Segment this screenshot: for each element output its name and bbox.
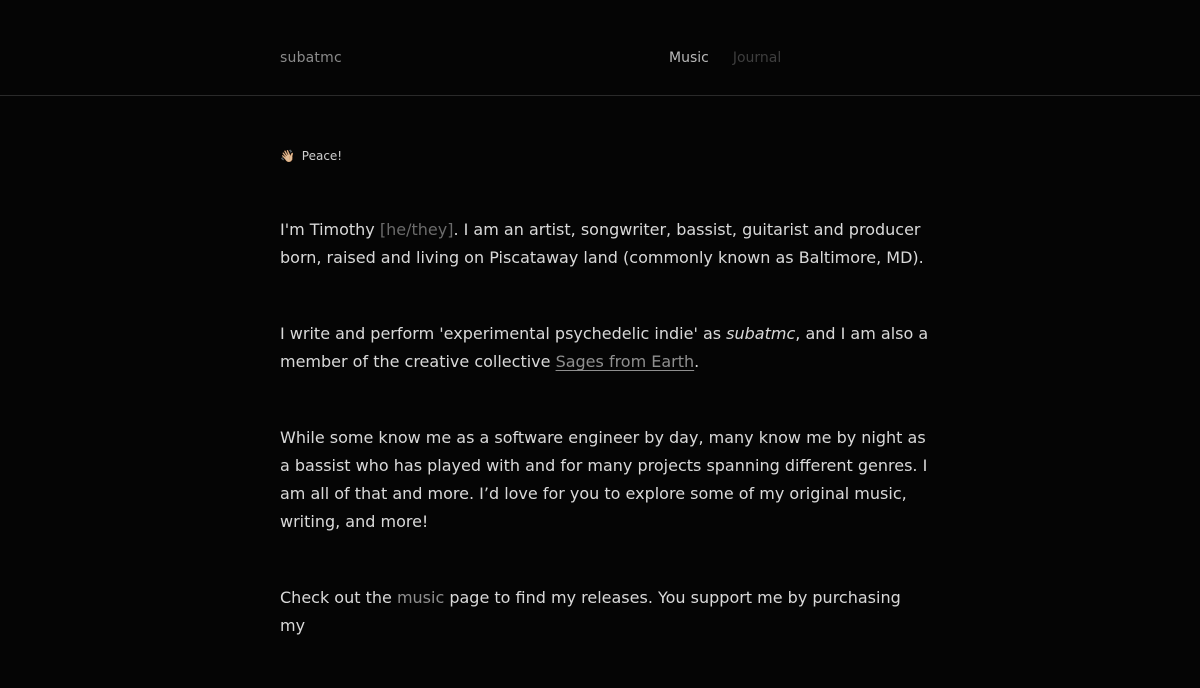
greeting: 👋🏼 Peace!: [280, 146, 930, 166]
music-text-start: Check out the: [280, 588, 397, 607]
main-nav: Music Journal: [669, 50, 781, 66]
waving-hand-icon: 👋🏼: [280, 149, 295, 163]
brand-link[interactable]: subatmc: [280, 50, 342, 66]
bio-paragraph: While some know me as a software enginee…: [280, 428, 928, 531]
nav-journal-link[interactable]: Journal: [733, 50, 781, 66]
project-text-end: .: [694, 352, 700, 371]
intro-text-start: I'm Timothy: [280, 220, 380, 239]
main-content: 👋🏼 Peace! I'm Timothy [he/they]. I am an…: [280, 146, 930, 688]
greeting-text: Peace!: [301, 149, 343, 163]
music-paragraph: Check out the music page to find my rele…: [280, 584, 930, 640]
artist-name: subatmc: [726, 324, 796, 343]
music-page-link[interactable]: music: [397, 588, 444, 607]
site-header: subatmc Music Journal: [0, 0, 1200, 96]
sages-from-earth-link[interactable]: Sages from Earth: [556, 352, 695, 371]
intro-paragraph: I'm Timothy [he/they]. I am an artist, s…: [280, 216, 930, 272]
project-text-start: I write and perform 'experimental psyche…: [280, 324, 727, 343]
project-paragraph: I write and perform 'experimental psyche…: [280, 320, 930, 376]
nav-music-link[interactable]: Music: [669, 50, 709, 66]
pronouns: [he/they]: [379, 220, 454, 239]
